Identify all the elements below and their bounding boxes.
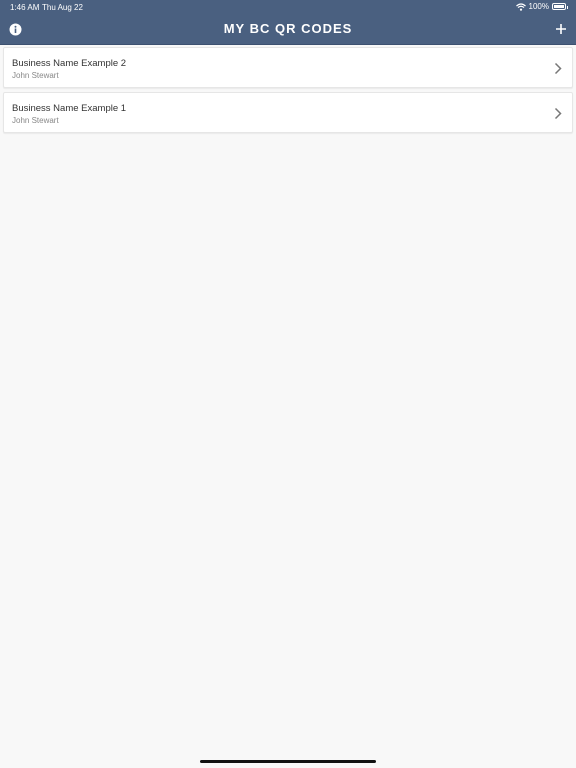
item-subtitle: John Stewart	[12, 116, 59, 125]
status-bar: 1:46 AM Thu Aug 22 100%	[0, 0, 576, 14]
status-time: 1:46 AM	[10, 3, 40, 12]
list-item[interactable]: Business Name Example 2 John Stewart	[3, 47, 573, 88]
home-indicator[interactable]	[200, 760, 376, 763]
page-title: MY BC QR CODES	[223, 21, 353, 36]
plus-icon[interactable]	[555, 23, 567, 35]
app-header: 1:46 AM Thu Aug 22 100% MY BC QR CODES	[0, 0, 576, 45]
battery-icon	[552, 3, 568, 10]
wifi-icon	[515, 2, 526, 11]
status-right: 100%	[515, 2, 568, 11]
chevron-right-icon	[554, 107, 562, 120]
list-item[interactable]: Business Name Example 1 John Stewart	[3, 92, 573, 133]
item-subtitle: John Stewart	[12, 71, 59, 80]
item-title: Business Name Example 2	[12, 58, 127, 69]
item-title: Business Name Example 1	[12, 103, 127, 114]
status-date: Thu Aug 22	[42, 3, 83, 12]
battery-percent: 100%	[528, 2, 549, 11]
qr-code-list: Business Name Example 2 John Stewart Bus…	[3, 47, 573, 137]
chevron-right-icon	[554, 62, 562, 75]
